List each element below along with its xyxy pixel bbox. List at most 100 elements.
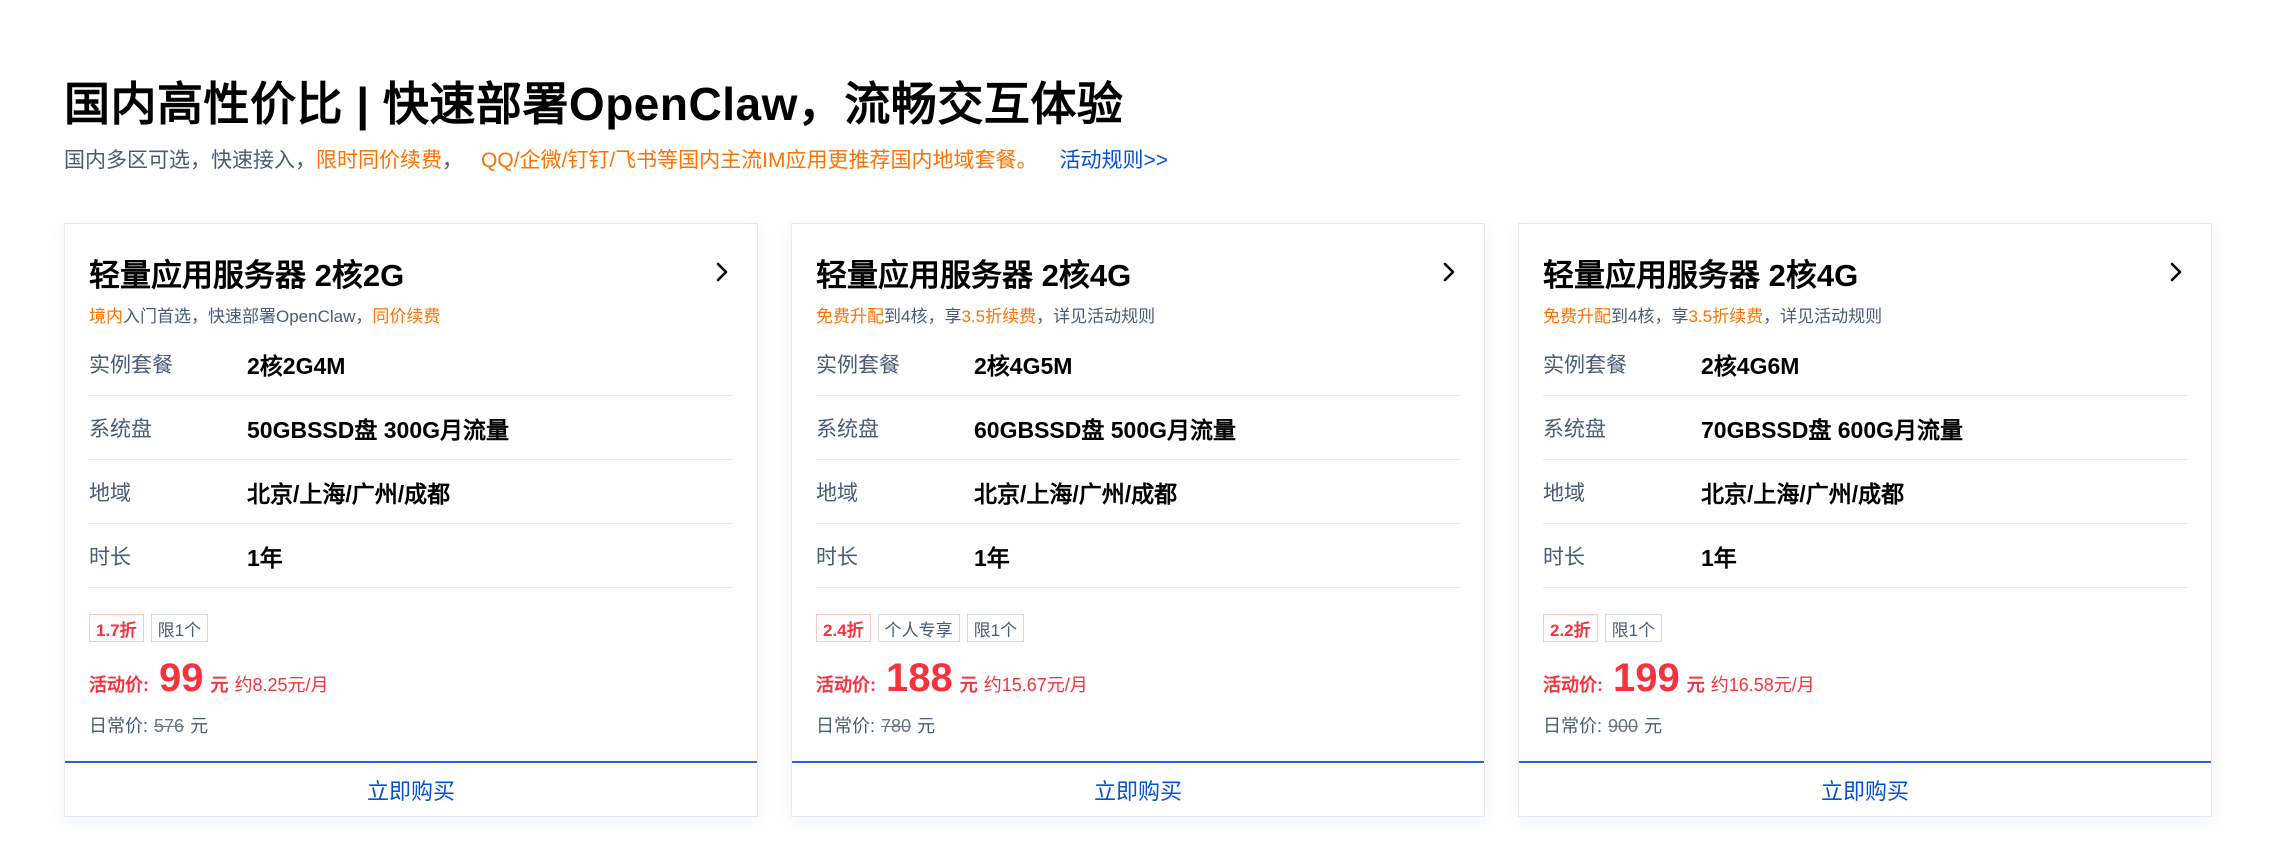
limit-tag: 限1个 bbox=[966, 614, 1025, 642]
regular-price-value: 780 bbox=[881, 716, 912, 736]
spec-row-plan: 实例套餐 2核4G6M bbox=[1543, 332, 2187, 396]
chevron-right-icon[interactable] bbox=[711, 261, 733, 283]
product-card: 轻量应用服务器 2核4G 免费升配到4核，享3.5折续费，详见活动规则 实例套餐… bbox=[1518, 223, 2212, 817]
spec-row-duration: 时长 1年 bbox=[89, 524, 733, 588]
regular-price: 日常价: 900 元 bbox=[1543, 712, 1662, 738]
regular-price: 日常价: 576 元 bbox=[89, 712, 208, 738]
discount-tag: 2.2折 bbox=[1543, 614, 1598, 642]
buy-now-button[interactable]: 立即购买 bbox=[792, 761, 1484, 816]
card-title: 轻量应用服务器 2核2G bbox=[89, 257, 405, 293]
spec-row-plan: 实例套餐 2核4G5M bbox=[816, 332, 1460, 396]
spec-value: 1年 bbox=[974, 544, 1010, 571]
spec-label: 地域 bbox=[816, 481, 858, 505]
spec-row-region: 地域 北京/上海/广州/成都 bbox=[89, 460, 733, 524]
tag-list: 1.7折 限1个 bbox=[89, 614, 209, 642]
regular-price-value: 900 bbox=[1608, 716, 1639, 736]
regular-price-label: 日常价: bbox=[89, 716, 149, 736]
spec-label: 时长 bbox=[1543, 545, 1585, 569]
spec-label: 地域 bbox=[89, 481, 131, 505]
desc-text: ，详见活动规则 bbox=[1036, 307, 1156, 326]
buy-now-button[interactable]: 立即购买 bbox=[1519, 761, 2211, 816]
spec-value: 2核4G5M bbox=[974, 352, 1073, 379]
limit-tag: 限1个 bbox=[150, 614, 209, 642]
promo-price-label: 活动价: bbox=[816, 675, 876, 695]
spec-value: 北京/上海/广州/成都 bbox=[1701, 480, 1905, 507]
card-title: 轻量应用服务器 2核4G bbox=[1543, 257, 1859, 293]
spec-label: 实例套餐 bbox=[89, 353, 173, 377]
spec-value: 2核4G6M bbox=[1701, 352, 1800, 379]
regular-price-unit: 元 bbox=[917, 716, 936, 736]
promo-price: 活动价: 199 元 约16.58元/月 bbox=[1543, 658, 1815, 698]
promo-price-label: 活动价: bbox=[1543, 675, 1603, 695]
limit-tag: 限1个 bbox=[1604, 614, 1663, 642]
desc-text: 入门首选，快速部署OpenClaw， bbox=[123, 307, 373, 326]
spec-value: 北京/上海/广州/成都 bbox=[247, 480, 451, 507]
desc-highlight: 3.5折续费 bbox=[1688, 307, 1764, 326]
product-card: 轻量应用服务器 2核4G 免费升配到4核，享3.5折续费，详见活动规则 实例套餐… bbox=[791, 223, 1485, 817]
desc-highlight: 同价续费 bbox=[372, 307, 441, 326]
subtitle-text: 国内多区可选，快速接入， bbox=[64, 149, 316, 172]
desc-highlight: 免费升配 bbox=[816, 307, 884, 326]
monthly-price: 约16.58元/月 bbox=[1710, 675, 1815, 695]
spec-list: 实例套餐 2核4G5M 系统盘 60GBSSD盘 500G月流量 地域 北京/上… bbox=[816, 332, 1460, 588]
spec-row-disk: 系统盘 60GBSSD盘 500G月流量 bbox=[816, 396, 1460, 460]
promo-price-value: 99 bbox=[159, 656, 204, 700]
spec-row-region: 地域 北京/上海/广州/成都 bbox=[1543, 460, 2187, 524]
card-title-link[interactable]: 轻量应用服务器 2核4G bbox=[1543, 252, 2187, 293]
spec-value: 2核2G4M bbox=[247, 352, 346, 379]
card-description: 免费升配到4核，享3.5折续费，详见活动规则 bbox=[816, 302, 1155, 327]
spec-row-duration: 时长 1年 bbox=[1543, 524, 2187, 588]
promo-price-value: 199 bbox=[1613, 656, 1680, 700]
desc-text: 到4核，享 bbox=[884, 307, 962, 326]
spec-label: 时长 bbox=[89, 545, 131, 569]
chevron-right-icon[interactable] bbox=[1438, 261, 1460, 283]
promo-price-unit: 元 bbox=[210, 675, 229, 695]
buy-now-button[interactable]: 立即购买 bbox=[65, 761, 757, 816]
monthly-price: 约15.67元/月 bbox=[983, 675, 1088, 695]
spec-value: 50GBSSD盘 300G月流量 bbox=[247, 416, 510, 443]
spec-value: 北京/上海/广州/成都 bbox=[974, 480, 1178, 507]
spec-value: 60GBSSD盘 500G月流量 bbox=[974, 416, 1237, 443]
promo-price-value: 188 bbox=[886, 656, 953, 700]
promo-price: 活动价: 99 元 约8.25元/月 bbox=[89, 658, 329, 698]
desc-text: 到4核，享 bbox=[1611, 307, 1689, 326]
subtitle-highlight-im: QQ/企微/钉钉/飞书等国内主流IM应用更推荐国内地域套餐。 bbox=[481, 149, 1038, 172]
promo-price-unit: 元 bbox=[959, 675, 978, 695]
subtitle-highlight-renewal: 限时同价续费 bbox=[316, 149, 442, 172]
desc-highlight: 境内 bbox=[89, 307, 123, 326]
spec-label: 系统盘 bbox=[816, 417, 879, 441]
card-description: 免费升配到4核，享3.5折续费，详见活动规则 bbox=[1543, 302, 1882, 327]
spec-list: 实例套餐 2核2G4M 系统盘 50GBSSD盘 300G月流量 地域 北京/上… bbox=[89, 332, 733, 588]
chevron-right-icon[interactable] bbox=[2165, 261, 2187, 283]
discount-tag: 1.7折 bbox=[89, 614, 144, 642]
card-title-link[interactable]: 轻量应用服务器 2核2G bbox=[89, 252, 733, 293]
subtitle-separator: ， bbox=[442, 149, 463, 172]
spec-row-duration: 时长 1年 bbox=[816, 524, 1460, 588]
regular-price-label: 日常价: bbox=[816, 716, 876, 736]
spec-value: 1年 bbox=[247, 544, 283, 571]
promo-price-label: 活动价: bbox=[89, 675, 149, 695]
card-title-link[interactable]: 轻量应用服务器 2核4G bbox=[816, 252, 1460, 293]
spec-label: 系统盘 bbox=[89, 417, 152, 441]
spec-label: 实例套餐 bbox=[816, 353, 900, 377]
desc-text: ，详见活动规则 bbox=[1763, 307, 1883, 326]
promo-price-unit: 元 bbox=[1686, 675, 1705, 695]
desc-highlight: 免费升配 bbox=[1543, 307, 1611, 326]
tag-list: 2.4折 个人专享 限1个 bbox=[816, 614, 1025, 642]
personal-exclusive-tag: 个人专享 bbox=[877, 614, 960, 642]
page-title: 国内高性价比 | 快速部署OpenClaw，流畅交互体验 bbox=[64, 78, 1124, 130]
spec-list: 实例套餐 2核4G6M 系统盘 70GBSSD盘 600G月流量 地域 北京/上… bbox=[1543, 332, 2187, 588]
activity-rules-link[interactable]: 活动规则>> bbox=[1060, 149, 1169, 172]
spec-label: 时长 bbox=[816, 545, 858, 569]
spec-label: 地域 bbox=[1543, 481, 1585, 505]
spec-value: 70GBSSD盘 600G月流量 bbox=[1701, 416, 1964, 443]
spec-label: 系统盘 bbox=[1543, 417, 1606, 441]
regular-price-unit: 元 bbox=[1644, 716, 1663, 736]
monthly-price: 约8.25元/月 bbox=[234, 675, 329, 695]
discount-tag: 2.4折 bbox=[816, 614, 871, 642]
tag-list: 2.2折 限1个 bbox=[1543, 614, 1663, 642]
spec-row-disk: 系统盘 70GBSSD盘 600G月流量 bbox=[1543, 396, 2187, 460]
regular-price: 日常价: 780 元 bbox=[816, 712, 935, 738]
regular-price-unit: 元 bbox=[190, 716, 209, 736]
spec-row-disk: 系统盘 50GBSSD盘 300G月流量 bbox=[89, 396, 733, 460]
